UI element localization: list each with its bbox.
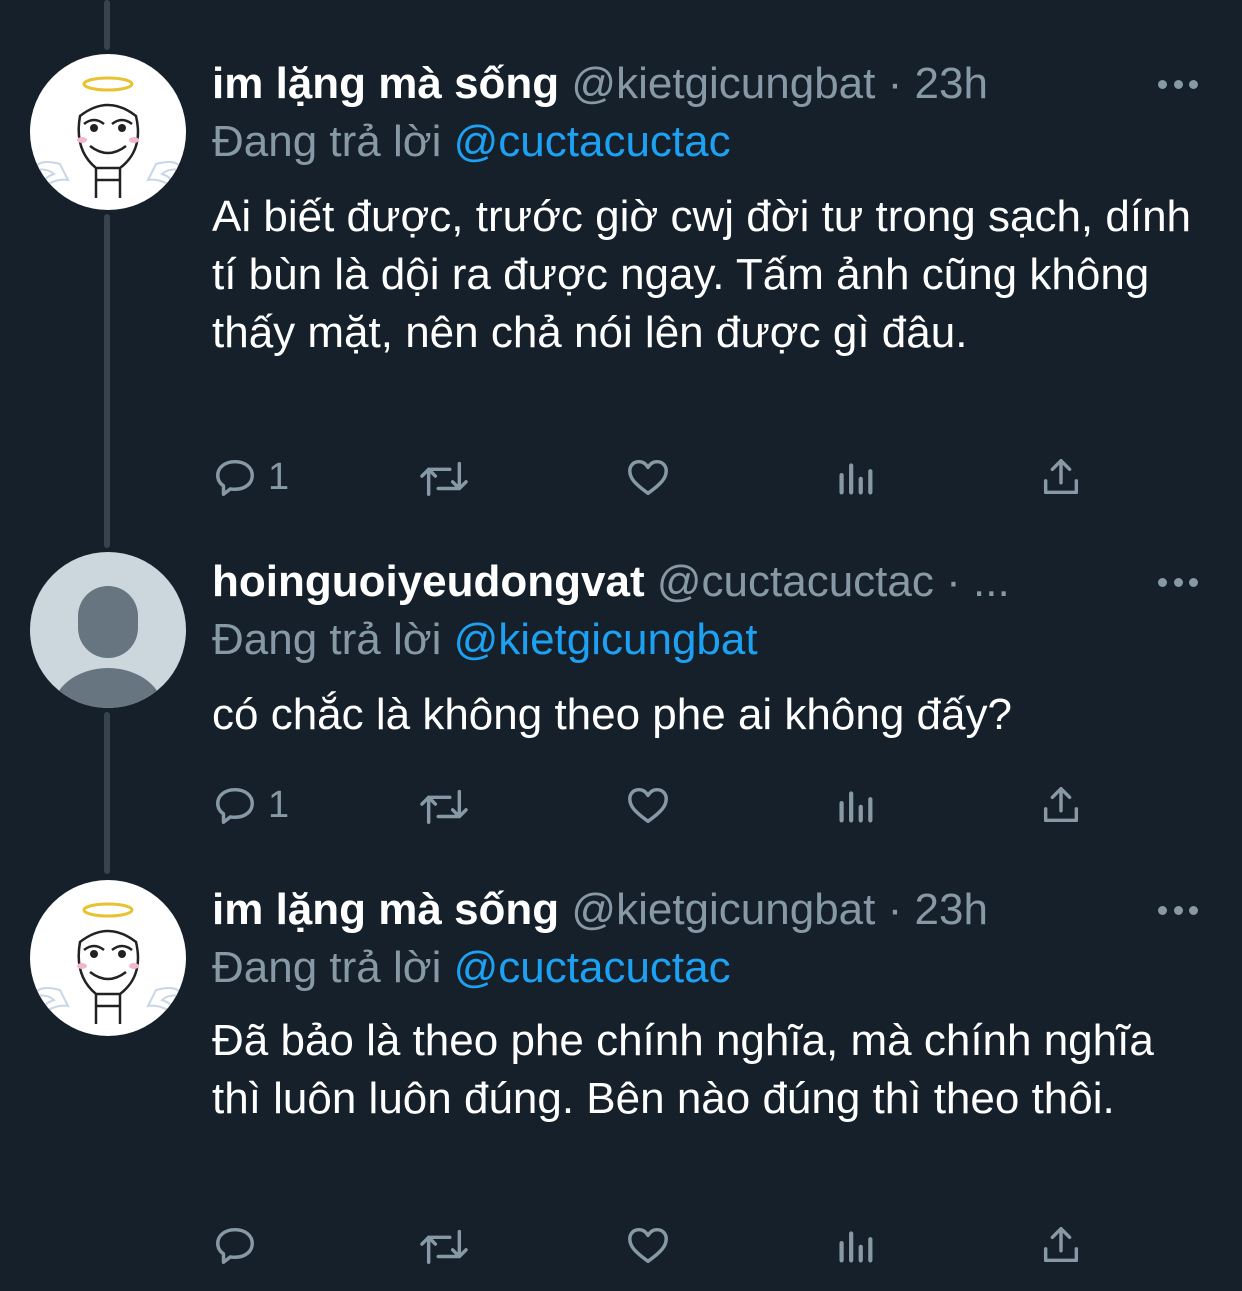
more-options-icon[interactable] <box>1158 900 1198 920</box>
replying-to: Đang trả lời @cuctacuctac <box>212 940 731 996</box>
like-button[interactable] <box>624 452 672 502</box>
display-name[interactable]: hoinguoiyeudongvat <box>212 557 645 606</box>
angel-meme-face-icon <box>32 76 184 198</box>
reply-button[interactable]: 1 <box>212 452 289 502</box>
user-handle[interactable]: @kietgicungbat <box>571 885 875 934</box>
analytics-button[interactable] <box>832 1220 878 1270</box>
reply-button[interactable] <box>212 1220 268 1270</box>
share-icon <box>1043 458 1079 495</box>
separator-dot: · <box>887 885 903 934</box>
share-button[interactable] <box>1038 1220 1084 1270</box>
heart-icon <box>628 787 668 824</box>
timestamp[interactable]: 23h <box>915 885 988 934</box>
tweet-actions: 1 <box>212 452 1112 502</box>
tweet-header: im lặng mà sống @kietgicungbat · 23h <box>212 880 1152 940</box>
analytics-icon <box>839 791 873 823</box>
user-handle[interactable]: @cuctacuctac <box>657 557 934 606</box>
replying-to-label: Đang trả lời <box>212 615 442 664</box>
share-button[interactable] <box>1038 452 1084 502</box>
reply-button[interactable]: 1 <box>212 780 289 830</box>
like-button[interactable] <box>624 1220 672 1270</box>
share-icon <box>1043 786 1079 823</box>
analytics-button[interactable] <box>832 780 878 830</box>
retweet-icon <box>420 789 468 824</box>
reply-icon <box>216 1227 254 1264</box>
like-button[interactable] <box>624 780 672 830</box>
user-handle[interactable]: @kietgicungbat <box>571 59 875 108</box>
tweet-1[interactable]: im lặng mà sống @kietgicungbat · 23h Đan… <box>0 0 1242 540</box>
reply-count: 1 <box>268 783 290 826</box>
reply-count: 1 <box>268 455 290 498</box>
tweet-actions <box>212 1220 1112 1270</box>
avatar[interactable] <box>30 552 186 708</box>
display-name[interactable]: im lặng mà sống <box>212 59 559 108</box>
replying-to-label: Đang trả lời <box>212 117 442 166</box>
reply-mention-link[interactable]: @cuctacuctac <box>454 117 731 166</box>
avatar[interactable] <box>30 54 186 210</box>
display-name[interactable]: im lặng mà sống <box>212 885 559 934</box>
tweet-header: im lặng mà sống @kietgicungbat · 23h <box>212 54 1152 114</box>
more-options-icon[interactable] <box>1158 74 1198 94</box>
share-icon <box>1043 1226 1079 1263</box>
analytics-button[interactable] <box>832 452 878 502</box>
tweet-2[interactable]: hoinguoiyeudongvat @cuctacuctac · ... Đa… <box>0 540 1242 870</box>
heart-icon <box>628 1227 668 1264</box>
default-avatar-icon <box>52 586 164 708</box>
tweet-text: có chắc là không theo phe ai không đấy? <box>212 690 1012 739</box>
heart-icon <box>628 459 668 496</box>
tweet-header: hoinguoiyeudongvat @cuctacuctac · ... <box>212 552 1152 612</box>
reply-mention-link[interactable]: @cuctacuctac <box>454 943 731 992</box>
retweet-button[interactable] <box>416 1220 472 1270</box>
share-button[interactable] <box>1038 780 1084 830</box>
replying-to: Đang trả lời @cuctacuctac <box>212 114 731 170</box>
retweet-icon <box>420 1229 468 1264</box>
angel-meme-face-icon <box>32 902 184 1024</box>
tweet-text: Đã bảo là theo phe chính nghĩa, mà chính… <box>212 1016 1154 1123</box>
reply-mention-link[interactable]: @kietgicungbat <box>454 615 758 664</box>
timestamp[interactable]: ... <box>973 557 1010 606</box>
replying-to-label: Đang trả lời <box>212 943 442 992</box>
avatar[interactable] <box>30 880 186 1036</box>
retweet-button[interactable] <box>416 452 472 502</box>
reply-icon <box>216 459 254 496</box>
retweet-icon <box>420 461 468 496</box>
reply-icon <box>216 787 254 824</box>
analytics-icon <box>839 463 873 495</box>
retweet-button[interactable] <box>416 780 472 830</box>
tweet-actions: 1 <box>212 780 1112 830</box>
replying-to: Đang trả lời @kietgicungbat <box>212 612 758 668</box>
separator-dot: · <box>946 557 961 606</box>
separator-dot: · <box>887 59 903 108</box>
tweet-text: Ai biết được, trước giờ cwj đời tư trong… <box>212 192 1192 357</box>
tweet-3[interactable]: im lặng mà sống @kietgicungbat · 23h Đan… <box>0 870 1242 1291</box>
analytics-icon <box>839 1231 873 1263</box>
more-options-icon[interactable] <box>1158 572 1198 592</box>
timestamp[interactable]: 23h <box>915 59 988 108</box>
